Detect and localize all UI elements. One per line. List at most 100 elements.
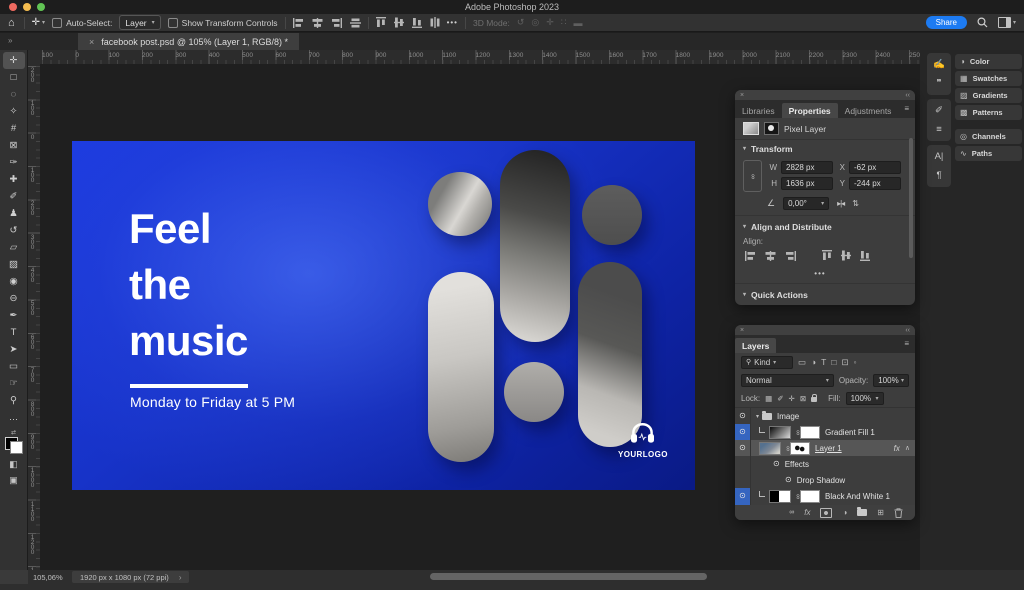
paragraph-panel-icon[interactable]: ¶ (927, 166, 951, 185)
comments-panel-icon[interactable]: ❞ (927, 74, 951, 93)
canvas-artwork[interactable]: Feel the music Monday to Friday at 5 PM (72, 141, 695, 490)
healing-brush-tool[interactable]: ✚ (3, 171, 25, 188)
lock-transparency-icon[interactable]: ▦ (765, 394, 772, 403)
home-icon[interactable]: ⌂ (8, 17, 15, 29)
panel-button-swatches[interactable]: ▦Swatches (955, 71, 1022, 86)
filter-pixel-icon[interactable]: ▭ (798, 357, 806, 368)
tab-layers[interactable]: Layers (735, 338, 776, 353)
move-tool[interactable]: ✛ (3, 52, 25, 69)
height-field[interactable]: 1636 px (781, 177, 833, 190)
panel-menu-icon[interactable]: ≡ (904, 104, 909, 113)
visibility-toggle[interactable]: ⊙ (735, 440, 751, 456)
delete-layer-icon[interactable] (894, 508, 903, 518)
toolbar-collapse-icon[interactable]: » (8, 36, 12, 45)
eye-icon[interactable]: ⊙ (773, 460, 780, 468)
lasso-tool[interactable]: ◌ (3, 86, 25, 103)
hand-tool[interactable]: ☞ (3, 375, 25, 392)
history-panel-icon[interactable]: ✍ (927, 55, 951, 74)
history-brush-tool[interactable]: ↺ (3, 222, 25, 239)
lock-all-icon[interactable] (811, 397, 817, 402)
layer-name[interactable]: Layer 1 (815, 444, 842, 453)
document-info[interactable]: 1920 px x 1080 px (72 ppi) › (72, 571, 189, 583)
align-top-icon[interactable] (822, 250, 832, 261)
align-left-icon[interactable] (745, 251, 756, 261)
layer-effects-badge[interactable]: fx (894, 444, 900, 453)
visibility-toggle[interactable]: ⊙ (735, 408, 751, 424)
flip-horizontal-icon[interactable]: ▸|◂ (837, 199, 844, 208)
tab-libraries[interactable]: Libraries (735, 103, 782, 118)
lock-pixels-icon[interactable]: ✐ (777, 394, 783, 403)
tab-properties[interactable]: Properties (782, 103, 838, 118)
layer-name[interactable]: Black And White 1 (825, 492, 890, 501)
character-panel-icon[interactable]: A| (927, 147, 951, 166)
layer-filter-dropdown[interactable]: ⚲ Kind ▾ (741, 356, 793, 369)
clone-stamp-tool[interactable]: ♟ (3, 205, 25, 222)
add-adjustment-icon[interactable]: ◑ (842, 509, 847, 517)
pen-tool[interactable]: ✒ (3, 307, 25, 324)
type-tool[interactable]: T (3, 324, 25, 341)
lock-position-icon[interactable]: ✛ (789, 394, 795, 403)
align-v-center-icon[interactable] (841, 250, 851, 261)
opacity-dropdown[interactable]: 100% ▾ (873, 374, 909, 387)
zoom-tool[interactable]: ⚲ (3, 392, 25, 409)
frame-tool[interactable]: ⊠ (3, 137, 25, 154)
search-icon[interactable] (977, 17, 988, 28)
auto-select-checkbox[interactable]: Auto-Select: (52, 18, 112, 28)
effect-label[interactable]: Drop Shadow (797, 476, 845, 485)
quick-mask-icon[interactable]: ◧ (9, 459, 18, 470)
share-button[interactable]: Share (926, 16, 967, 29)
new-layer-icon[interactable]: ⊞ (877, 509, 884, 517)
link-layers-icon[interactable]: ∞ (789, 509, 794, 516)
eraser-tool[interactable]: ▱ (3, 239, 25, 256)
lock-artboard-icon[interactable]: ⊠ (800, 394, 806, 403)
layer-mask-thumbnail[interactable] (790, 442, 810, 455)
object-selection-tool[interactable]: ✧ (3, 103, 25, 120)
layer-row-layer1[interactable]: ⊙ ∞ Layer 1 fx ∧ (735, 440, 915, 456)
layer-row-gradient-fill[interactable]: ⊙ ∞ Gradient Fill 1 (735, 424, 915, 440)
filter-smart-object-icon[interactable]: ⊡ (842, 357, 849, 368)
document-tab[interactable]: × facebook post.psd @ 105% (Layer 1, RGB… (78, 33, 299, 50)
more-tools[interactable]: … (3, 409, 25, 426)
layer-name[interactable]: Image (777, 412, 799, 421)
filter-toggle-icon[interactable]: ◦ (854, 357, 857, 367)
panel-button-paths[interactable]: ∿Paths (955, 146, 1022, 161)
angle-field[interactable]: 0,00° ▾ (783, 197, 829, 210)
layer-mask-thumbnail[interactable] (800, 426, 820, 439)
add-layer-mask-icon[interactable] (820, 508, 832, 518)
panel-button-patterns[interactable]: ▩Patterns (955, 105, 1022, 120)
distribute-h-center-icon[interactable] (430, 17, 440, 28)
close-panel-icon[interactable]: × (740, 92, 744, 99)
distribute-v-center-icon[interactable] (350, 18, 361, 28)
layer-row-image-group[interactable]: ⊙ ▾ Image (735, 408, 915, 424)
close-panel-icon[interactable]: × (740, 327, 744, 334)
align-v-center-icon[interactable] (394, 17, 404, 28)
background-color-swatch[interactable] (10, 441, 23, 454)
y-field[interactable]: -244 px (849, 177, 901, 190)
brushes-panel-icon[interactable]: ≡ (927, 120, 951, 139)
effects-label[interactable]: Effects (785, 460, 809, 469)
workspace-switcher[interactable]: ▾ (998, 17, 1016, 28)
tab-adjustments[interactable]: Adjustments (838, 103, 899, 118)
width-field[interactable]: 2828 px (781, 161, 833, 174)
swap-colors-icon[interactable]: ⇄ (11, 429, 16, 436)
close-tab-icon[interactable]: × (89, 37, 94, 47)
align-right-icon[interactable] (331, 18, 342, 28)
link-dimensions-icon[interactable]: ∞ (743, 160, 762, 192)
blend-mode-dropdown[interactable]: Normal ▾ (741, 374, 834, 387)
panel-button-channels[interactable]: ◎Channels (955, 129, 1022, 144)
collapse-effects-icon[interactable]: ∧ (905, 444, 910, 452)
more-options-button[interactable]: ••• (447, 18, 458, 27)
dodge-tool[interactable]: ⊖ (3, 290, 25, 307)
layer-thumbnail[interactable] (759, 442, 781, 455)
visibility-toggle[interactable]: ⊙ (735, 424, 751, 440)
x-field[interactable]: -62 px (849, 161, 901, 174)
blur-tool[interactable]: ◉ (3, 273, 25, 290)
more-align-options[interactable]: ••• (735, 269, 915, 278)
zoom-level[interactable]: 105,06% (33, 573, 63, 582)
add-layer-style-icon[interactable]: fx (804, 509, 810, 517)
marquee-tool[interactable]: □ (3, 69, 25, 86)
fill-dropdown[interactable]: 100% ▾ (846, 392, 884, 405)
collapse-panel-icon[interactable]: ‹‹ (905, 92, 910, 99)
show-transform-checkbox[interactable]: Show Transform Controls (168, 18, 278, 28)
move-tool-preset[interactable]: ✛▾ (32, 17, 45, 28)
